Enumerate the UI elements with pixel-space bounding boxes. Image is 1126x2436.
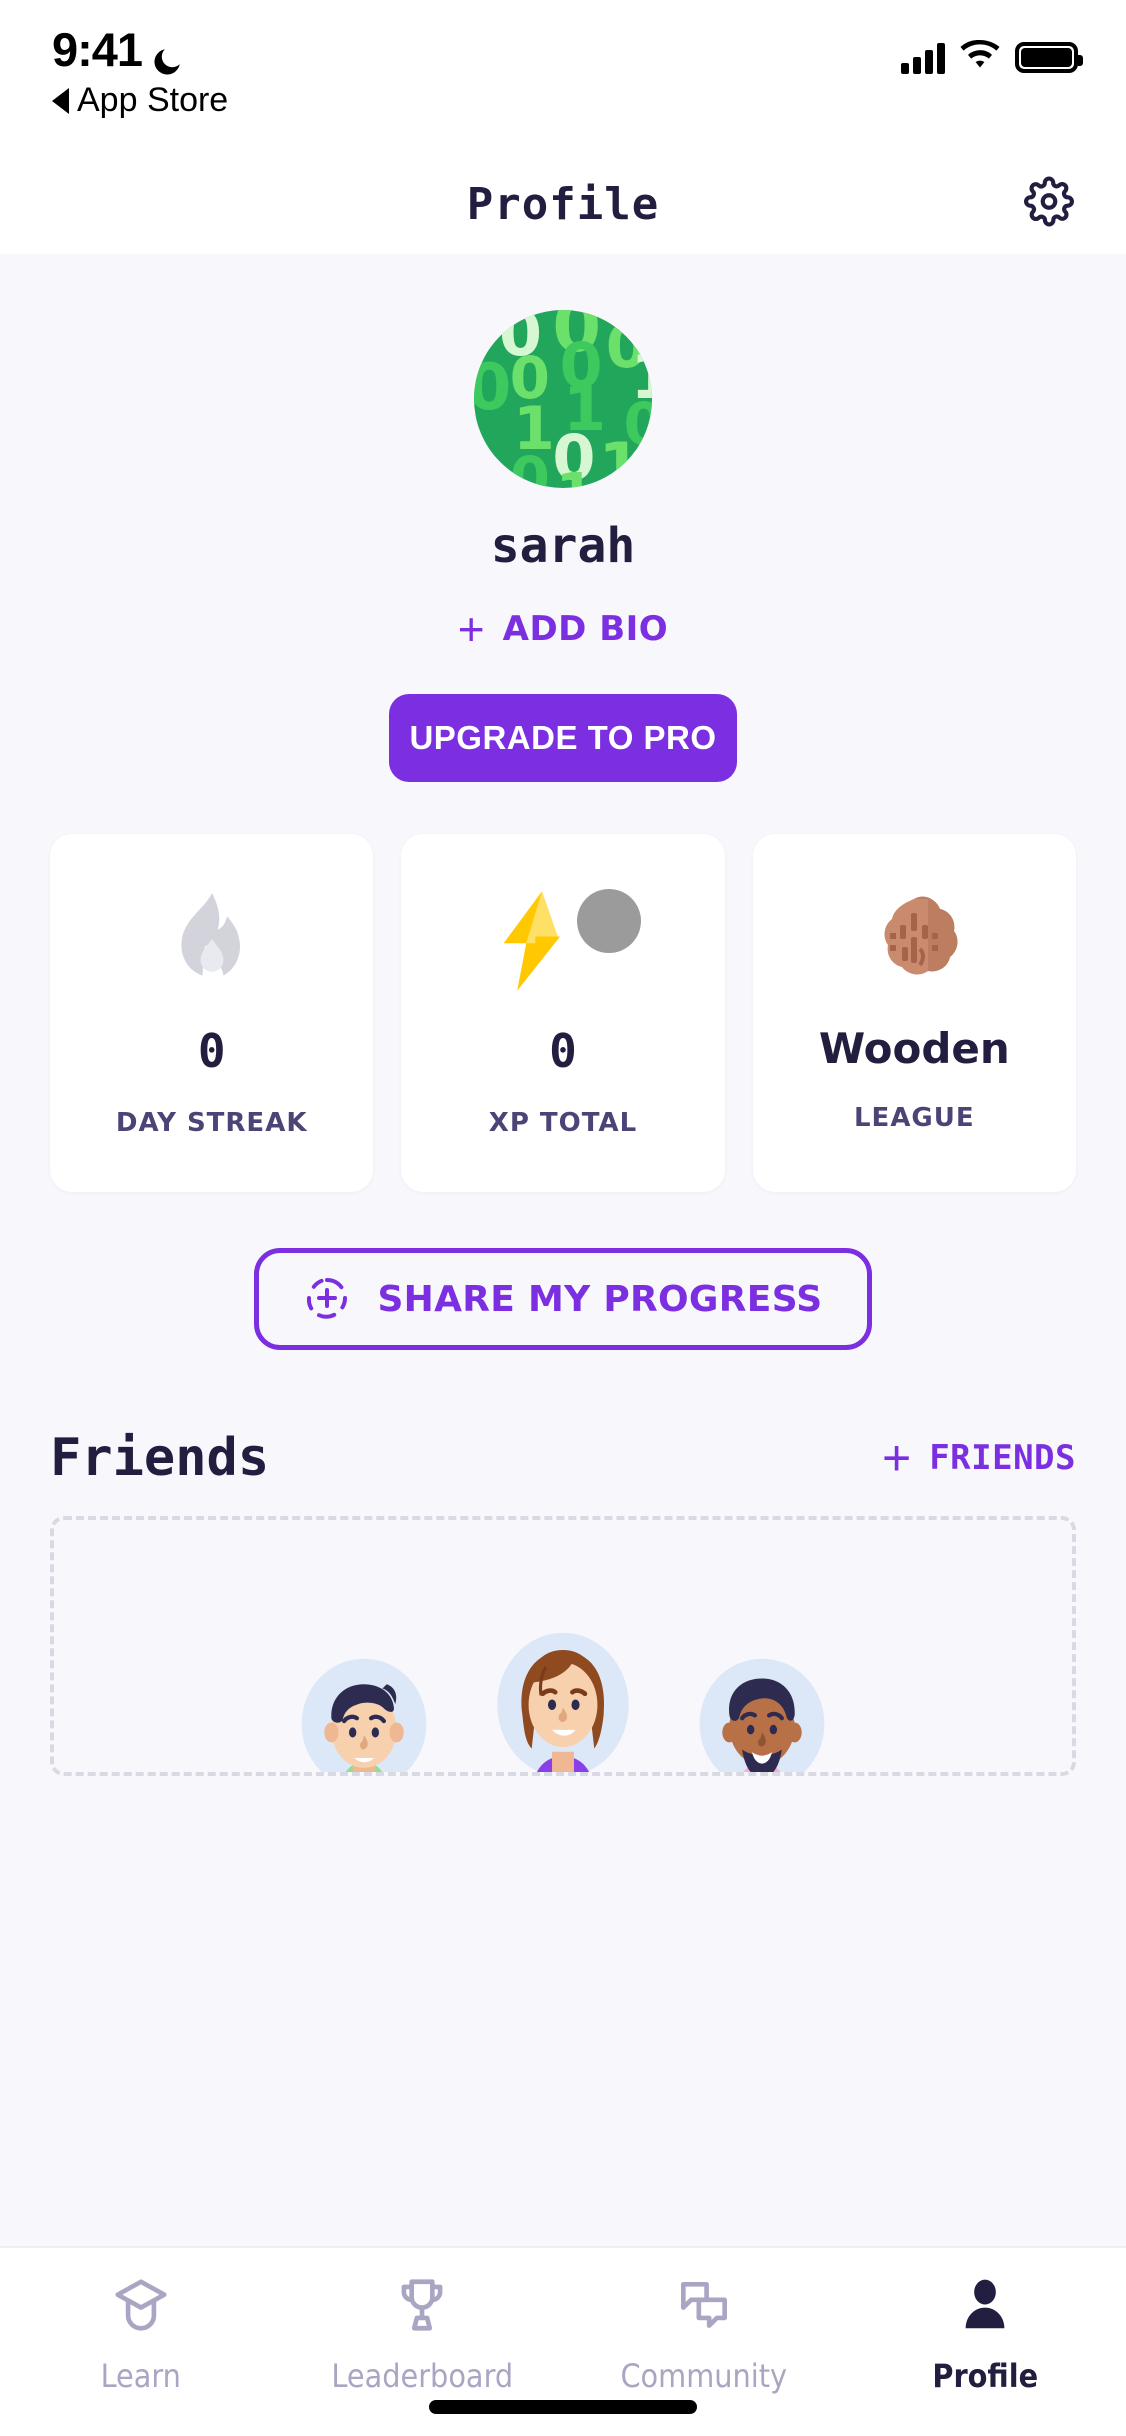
plus-icon: + <box>882 1430 912 1486</box>
graduation-cap-icon <box>110 2274 172 2341</box>
flame-icon <box>166 868 258 1018</box>
xp-icon-group <box>485 868 641 1018</box>
profile-content: 0 0 0 0 0 0 1 1 1 0 0 1 0 1 sarah + ADD … <box>0 254 1126 2246</box>
tab-label: Leaderboard <box>331 2357 514 2395</box>
friends-header: Friends + FRIENDS <box>0 1428 1126 1488</box>
stat-value: Wooden <box>818 1024 1010 1073</box>
person-icon <box>954 2274 1016 2341</box>
wifi-icon <box>960 39 1000 75</box>
wooden-league-badge-icon <box>864 868 964 1018</box>
stat-card-day-streak[interactable]: 0 DAY STREAK <box>50 834 374 1192</box>
stats-row: 0 DAY STREAK 0 XP TOTAL Wooden LEAGUE <box>0 834 1126 1192</box>
share-my-progress-button[interactable]: SHARE MY PROGRESS <box>254 1248 872 1350</box>
stat-label: XP TOTAL <box>488 1108 638 1138</box>
stat-value: 0 <box>197 1024 226 1078</box>
stat-value: 0 <box>549 1024 577 1078</box>
back-label: App Store <box>77 81 229 119</box>
status-bar-right <box>901 39 1083 75</box>
page-title: Profile <box>466 178 660 230</box>
add-friends-button[interactable]: + FRIENDS <box>882 1433 1076 1483</box>
bottom-tab-bar: Learn Leaderboard Community Profile <box>0 2246 1126 2436</box>
status-bar: 9:41 App Store <box>0 0 1126 154</box>
friends-empty-state <box>50 1516 1076 1776</box>
stat-label: DAY STREAK <box>115 1108 308 1138</box>
app-screen: 9:41 App Store Profile 0 0 0 0 0 0 1 1 0… <box>0 0 1126 2436</box>
back-triangle-icon <box>52 87 69 114</box>
battery-full-icon <box>1015 42 1083 73</box>
add-bio-label: ADD BIO <box>502 609 669 649</box>
back-to-app-store-link[interactable]: App Store <box>52 81 228 120</box>
status-time: 9:41 <box>52 23 143 76</box>
upgrade-to-pro-button[interactable]: UPGRADE TO PRO <box>389 694 737 782</box>
tab-profile[interactable]: Profile <box>845 2274 1126 2395</box>
avatar[interactable]: 0 0 0 0 0 0 1 1 1 0 0 1 0 1 <box>474 310 652 488</box>
tab-label: Learn <box>100 2357 181 2395</box>
status-time-group: 9:41 <box>52 22 228 77</box>
avatar-section: 0 0 0 0 0 0 1 1 1 0 0 1 0 1 <box>0 310 1126 488</box>
gear-icon[interactable] <box>1024 176 1074 232</box>
stat-card-league[interactable]: Wooden LEAGUE <box>752 834 1076 1192</box>
share-circle-plus-icon <box>303 1274 351 1325</box>
friends-title: Friends <box>50 1428 270 1488</box>
stat-label: LEAGUE <box>853 1103 975 1133</box>
home-indicator <box>429 2400 697 2414</box>
upgrade-section: UPGRADE TO PRO <box>0 694 1126 782</box>
share-section: SHARE MY PROGRESS <box>0 1248 1126 1350</box>
gray-circle-icon <box>576 889 641 953</box>
status-bar-left: 9:41 App Store <box>52 22 228 120</box>
page-header: Profile <box>0 154 1126 254</box>
tab-learn[interactable]: Learn <box>0 2274 282 2395</box>
moon-icon <box>150 35 184 75</box>
chat-bubbles-icon <box>673 2274 735 2341</box>
trophy-icon <box>391 2274 453 2341</box>
lightning-bolt-icon <box>485 889 581 998</box>
tab-label: Community <box>620 2357 788 2395</box>
tab-leaderboard[interactable]: Leaderboard <box>282 2274 564 2395</box>
friend-avatar-1[interactable] <box>293 1636 435 1772</box>
username: sarah <box>490 518 636 574</box>
add-bio-button[interactable]: + ADD BIO <box>0 606 1126 652</box>
friend-avatar-2[interactable] <box>483 1614 643 1772</box>
cellular-signal-icon <box>901 42 945 74</box>
plus-icon: + <box>457 603 485 655</box>
friend-avatar-3[interactable] <box>691 1636 833 1772</box>
stat-card-xp-total[interactable]: 0 XP TOTAL <box>401 834 725 1192</box>
tab-community[interactable]: Community <box>563 2274 845 2395</box>
add-friends-label: FRIENDS <box>929 1438 1076 1478</box>
tab-label: Profile <box>932 2357 1039 2395</box>
share-label: SHARE MY PROGRESS <box>377 1278 823 1320</box>
